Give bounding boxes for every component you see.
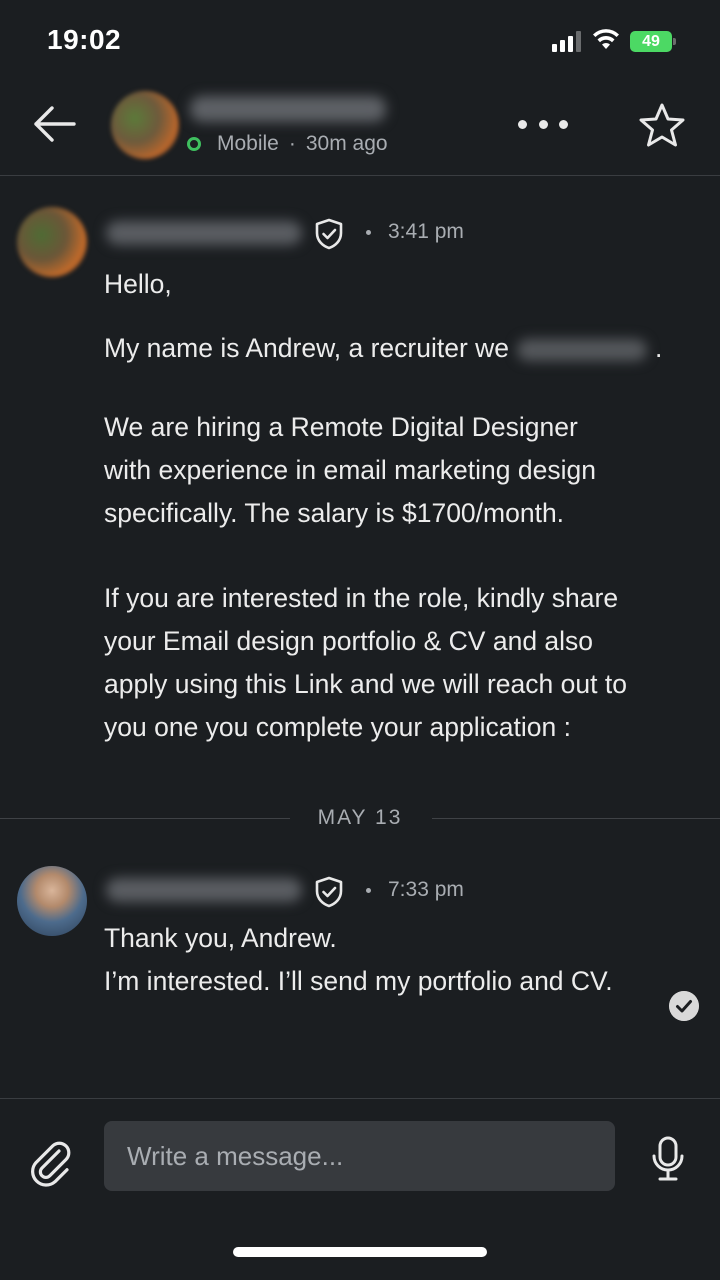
wifi-icon	[593, 29, 619, 49]
separator-dot	[366, 230, 371, 235]
status-bar: 19:02 49	[0, 0, 720, 84]
star-icon[interactable]	[638, 102, 686, 148]
signal-icon	[552, 30, 582, 52]
message-input[interactable]	[104, 1121, 615, 1191]
message-line: If you are interested in the role, kindl…	[104, 583, 619, 613]
last-seen: 30m ago	[305, 132, 388, 155]
microphone-icon[interactable]	[650, 1135, 686, 1183]
check-circle-icon	[669, 991, 699, 1021]
home-indicator[interactable]	[233, 1247, 487, 1257]
sender-name-redacted[interactable]	[106, 221, 302, 245]
date-divider: MAY 13	[0, 806, 720, 834]
message-line: with experience in email marketing desig…	[104, 455, 596, 485]
message-line: specifically. The salary is $1700/month.	[104, 498, 565, 528]
message-line: apply using this Link and we will reach …	[104, 669, 627, 699]
conversation-header: Mobile · 30m ago	[0, 84, 720, 176]
message-line: Thank you, Andrew.	[104, 923, 337, 953]
message-line: Hello,	[104, 269, 172, 299]
battery-icon: 49	[630, 31, 676, 52]
sender-avatar[interactable]	[17, 866, 87, 936]
message-line: you one you complete your application :	[104, 712, 571, 742]
company-name-redacted	[517, 339, 648, 361]
shield-check-icon	[315, 218, 343, 250]
separator-dot	[366, 888, 371, 893]
contact-name-redacted[interactable]	[190, 96, 386, 122]
online-indicator-icon	[187, 137, 201, 151]
divider-line	[432, 818, 720, 819]
sender-avatar[interactable]	[17, 207, 87, 277]
message-composer	[0, 1098, 720, 1280]
message-line: We are hiring a Remote Digital Designer	[104, 412, 578, 442]
message-time: 7:33 pm	[388, 878, 464, 901]
sender-name-redacted[interactable]	[106, 878, 302, 902]
back-arrow-icon[interactable]	[28, 102, 80, 146]
presence-status: Mobile · 30m ago	[187, 132, 388, 156]
paperclip-icon[interactable]	[26, 1137, 76, 1187]
presence-label: Mobile	[217, 132, 279, 155]
message-time: 3:41 pm	[388, 220, 464, 243]
message-line: your Email design portfolio & CV and als…	[104, 626, 594, 656]
message-line-text: My name is Andrew, a recruiter we	[104, 333, 510, 363]
contact-avatar[interactable]	[111, 91, 179, 159]
status-time: 19:02	[47, 24, 122, 55]
message-line: I’m interested. I’ll send my portfolio a…	[104, 966, 613, 996]
shield-check-icon	[315, 876, 343, 908]
message-line-text: .	[655, 333, 663, 363]
separator-dot: ·	[288, 132, 296, 155]
more-dots-icon[interactable]	[518, 112, 568, 136]
battery-level: 49	[630, 31, 672, 52]
message-line: My name is Andrew, a recruiter we.	[104, 327, 662, 370]
